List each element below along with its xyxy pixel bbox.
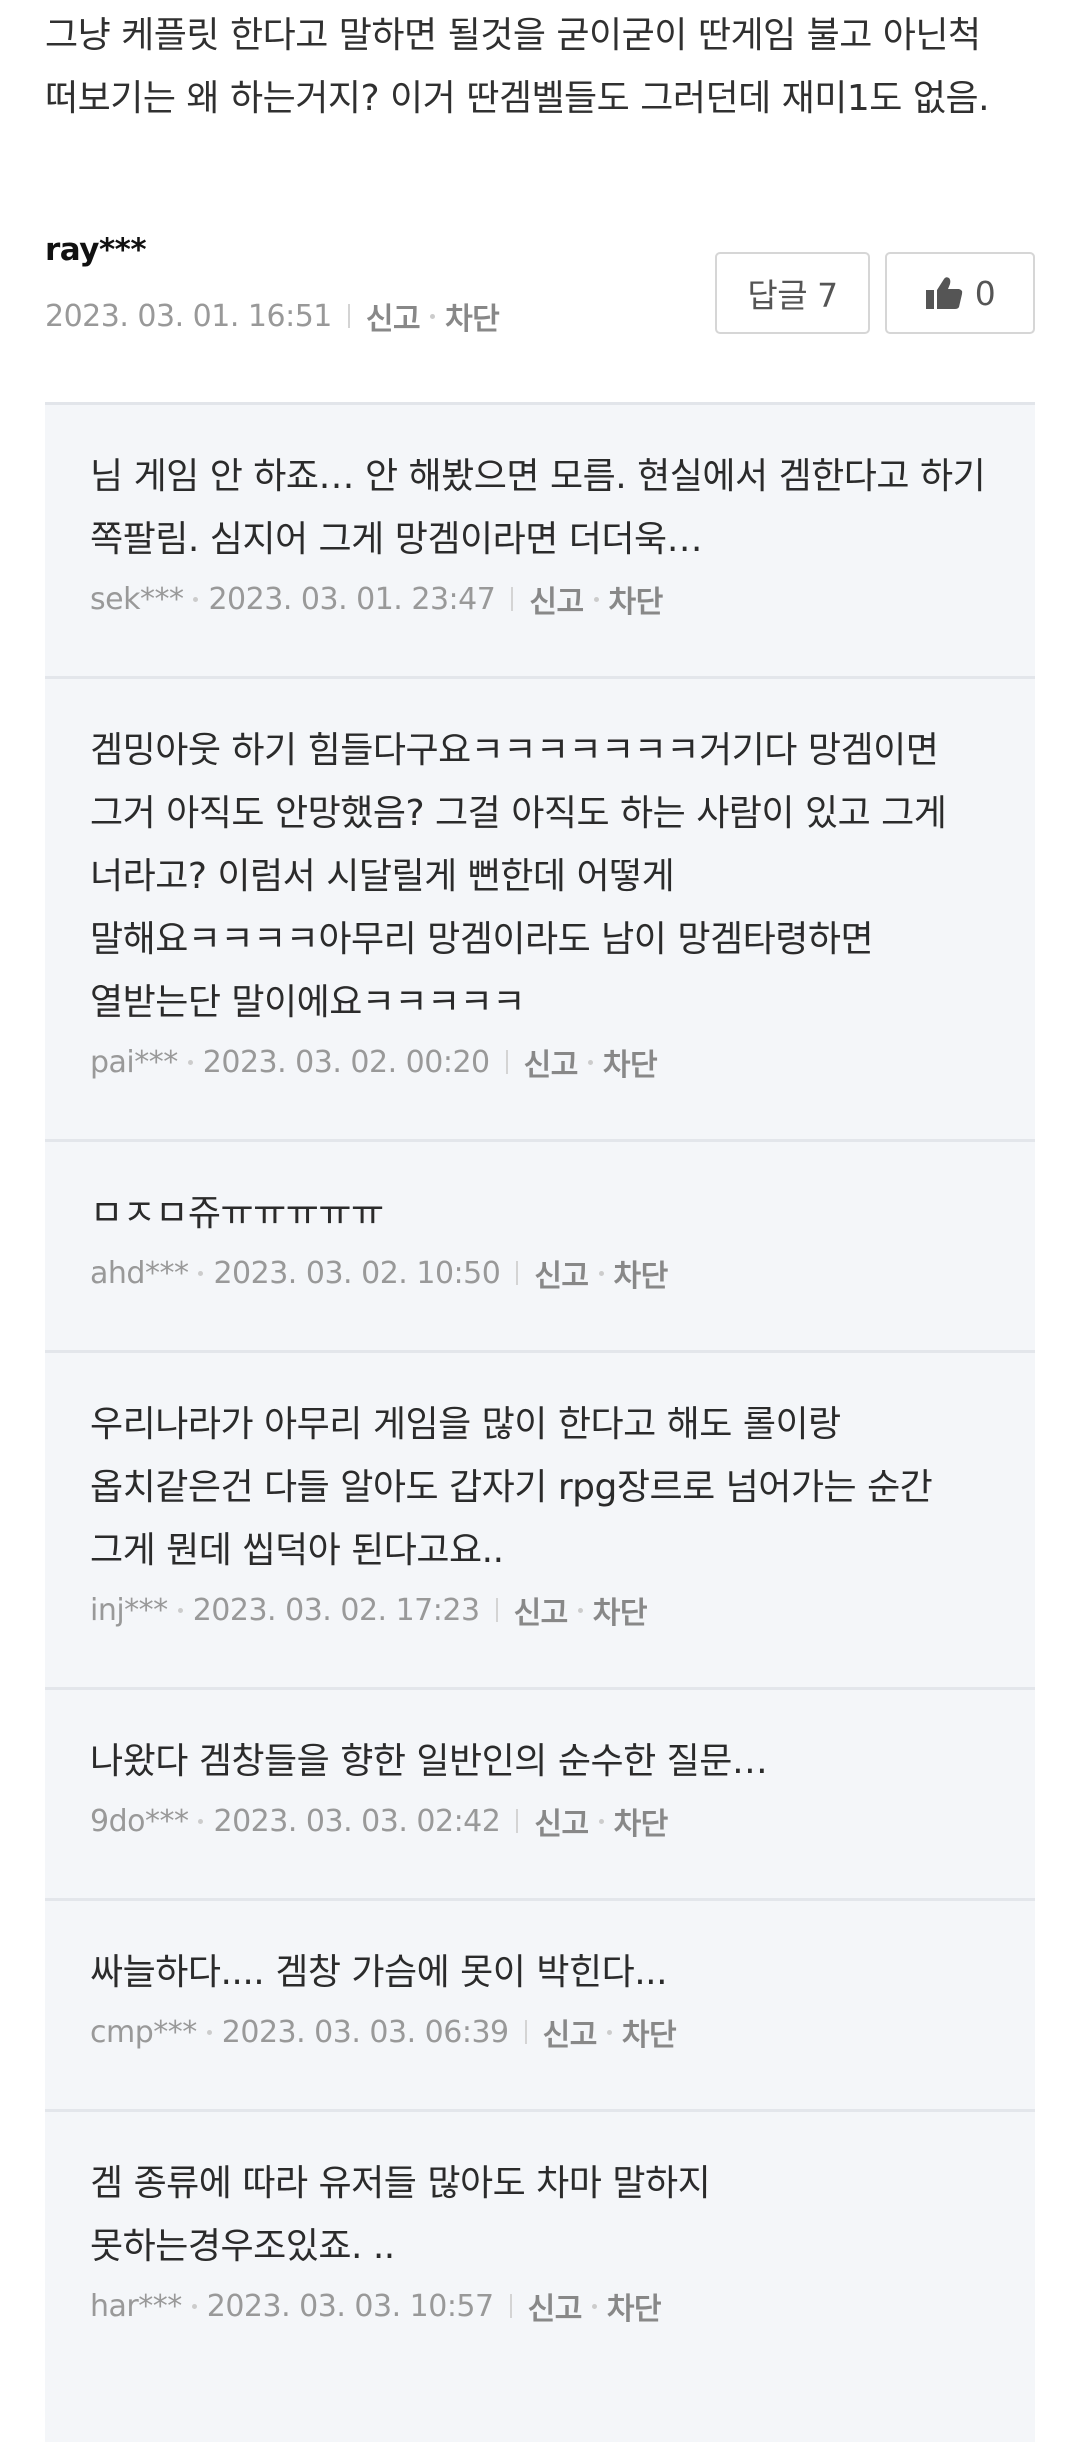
- reply-meta: pai*** 2023. 03. 02. 00:20 신고 차단: [90, 1034, 990, 1084]
- report-button[interactable]: 신고: [529, 577, 584, 621]
- comment-text: 그냥 케플릿 한다고 말하면 될것을 굳이굳이 딴게임 불고 아닌척 떠보기는 …: [45, 15, 990, 119]
- comment-author[interactable]: ray***: [45, 232, 147, 268]
- meta-dot-separator: [593, 596, 599, 602]
- reply-author[interactable]: inj***: [90, 1593, 168, 1628]
- reply-timestamp: 2023. 03. 02. 10:50: [213, 1255, 501, 1291]
- reply-meta: cmp*** 2023. 03. 03. 06:39 신고 차단: [90, 2004, 990, 2054]
- reply-timestamp: 2023. 03. 02. 00:20: [202, 1044, 490, 1080]
- like-button[interactable]: 0: [885, 252, 1035, 334]
- meta-dot-separator: [598, 1270, 604, 1276]
- report-button[interactable]: 신고: [514, 1588, 569, 1632]
- meta-dot-separator: [193, 596, 199, 602]
- reply-text: 겜밍아웃 하기 힘들다구요ㅋㅋㅋㅋㅋㅋㅋ거기다 망겜이면 그거 아직도 안망했음…: [90, 730, 947, 1023]
- report-button[interactable]: 신고: [543, 2010, 598, 2054]
- block-button[interactable]: 차단: [614, 1251, 669, 1295]
- block-button[interactable]: 차단: [445, 294, 500, 338]
- reply-text: ㅁㅈㅁ쥬ㅠㅠㅠㅠㅠ: [90, 1193, 384, 1234]
- meta-divider: [511, 587, 514, 611]
- like-count: 0: [974, 273, 996, 313]
- report-button[interactable]: 신고: [366, 294, 421, 338]
- reply-meta: sek*** 2023. 03. 01. 23:47 신고 차단: [90, 571, 990, 621]
- meta-dot-separator: [198, 1818, 204, 1824]
- meta-divider: [505, 1050, 508, 1074]
- meta-dot-separator: [430, 313, 436, 319]
- reply-item: 겜 종류에 따라 유저들 많아도 차마 말하지 못하는경우조있죠. .. har…: [45, 2112, 1035, 2442]
- reply-text: 나왔다 겜창들을 향한 일반인의 순수한 질문…: [90, 1741, 768, 1782]
- reply-timestamp: 2023. 03. 02. 17:23: [192, 1592, 480, 1628]
- meta-divider: [524, 2020, 527, 2044]
- comment-timestamp: 2023. 03. 01. 16:51: [45, 298, 332, 334]
- reply-author[interactable]: har***: [90, 2289, 182, 2324]
- reply-timestamp: 2023. 03. 03. 10:57: [206, 2288, 494, 2324]
- block-button[interactable]: 차단: [609, 577, 664, 621]
- meta-divider: [509, 2294, 512, 2318]
- reply-author[interactable]: sek***: [90, 582, 184, 617]
- meta-dot-separator: [191, 2303, 197, 2309]
- reply-meta: ahd*** 2023. 03. 02. 10:50 신고 차단: [90, 1245, 990, 1295]
- reply-list: 님 게임 안 하죠… 안 해봤으면 모름. 현실에서 겜한다고 하기 쪽팔림. …: [45, 402, 1035, 2442]
- reply-count-button[interactable]: 답글 7: [715, 252, 870, 334]
- reply-author[interactable]: pai***: [90, 1045, 178, 1080]
- meta-divider: [516, 1261, 519, 1285]
- meta-divider: [347, 304, 350, 328]
- block-button[interactable]: 차단: [622, 2010, 677, 2054]
- reply-author[interactable]: 9do***: [90, 1804, 189, 1839]
- meta-dot-separator: [198, 1270, 204, 1276]
- reply-text: 우리나라가 아무리 게임을 많이 한다고 해도 롤이랑 옵치같은건 다들 알아도…: [90, 1404, 933, 1571]
- meta-dot-separator: [591, 2303, 597, 2309]
- reply-timestamp: 2023. 03. 03. 02:42: [213, 1803, 501, 1839]
- reply-text: 싸늘하다.... 겜창 가슴에 못이 박힌다...: [90, 1952, 668, 1993]
- meta-dot-separator: [206, 2029, 212, 2035]
- thumbs-up-icon: [925, 277, 962, 309]
- reply-item: 님 게임 안 하죠… 안 해봤으면 모름. 현실에서 겜한다고 하기 쪽팔림. …: [45, 405, 1035, 679]
- report-button[interactable]: 신고: [534, 1799, 589, 1843]
- reply-meta: inj*** 2023. 03. 02. 17:23 신고 차단: [90, 1582, 990, 1632]
- reply-item: ㅁㅈㅁ쥬ㅠㅠㅠㅠㅠ ahd*** 2023. 03. 02. 10:50 신고 …: [45, 1142, 1035, 1353]
- reply-item: 싸늘하다.... 겜창 가슴에 못이 박힌다... cmp*** 2023. 0…: [45, 1901, 1035, 2112]
- block-button[interactable]: 차단: [614, 1799, 669, 1843]
- block-button[interactable]: 차단: [607, 2284, 662, 2328]
- report-button[interactable]: 신고: [534, 1251, 589, 1295]
- reply-text: 겜 종류에 따라 유저들 많아도 차마 말하지 못하는경우조있죠. ..: [90, 2163, 711, 2267]
- block-button[interactable]: 차단: [593, 1588, 648, 1632]
- meta-dot-separator: [187, 1059, 193, 1065]
- meta-divider: [495, 1598, 498, 1622]
- meta-dot-separator: [587, 1059, 593, 1065]
- meta-dot-separator: [598, 1818, 604, 1824]
- reply-count-label: 답글 7: [747, 276, 838, 315]
- meta-dot-separator: [606, 2029, 612, 2035]
- reply-meta: har*** 2023. 03. 03. 10:57 신고 차단: [90, 2278, 990, 2328]
- meta-dot-separator: [177, 1607, 183, 1613]
- meta-divider: [516, 1809, 519, 1833]
- block-button[interactable]: 차단: [603, 1040, 658, 1084]
- meta-dot-separator: [577, 1607, 583, 1613]
- reply-timestamp: 2023. 03. 01. 23:47: [208, 581, 496, 617]
- reply-meta: 9do*** 2023. 03. 03. 02:42 신고 차단: [90, 1793, 990, 1843]
- reply-author[interactable]: ahd***: [90, 1256, 189, 1291]
- reply-item: 나왔다 겜창들을 향한 일반인의 순수한 질문… 9do*** 2023. 03…: [45, 1690, 1035, 1901]
- reply-author[interactable]: cmp***: [90, 2015, 197, 2050]
- reply-timestamp: 2023. 03. 03. 06:39: [221, 2014, 509, 2050]
- report-button[interactable]: 신고: [528, 2284, 583, 2328]
- comment-meta: 2023. 03. 01. 16:51 신고 차단: [45, 294, 500, 338]
- main-comment: 그냥 케플릿 한다고 말하면 될것을 굳이굳이 딴게임 불고 아닌척 떠보기는 …: [45, 0, 1035, 337]
- reply-item: 우리나라가 아무리 게임을 많이 한다고 해도 롤이랑 옵치같은건 다들 알아도…: [45, 1353, 1035, 1690]
- reply-item: 겜밍아웃 하기 힘들다구요ㅋㅋㅋㅋㅋㅋㅋ거기다 망겜이면 그거 아직도 안망했음…: [45, 679, 1035, 1142]
- report-button[interactable]: 신고: [524, 1040, 579, 1084]
- reply-text: 님 게임 안 하죠… 안 해봤으면 모름. 현실에서 겜한다고 하기 쪽팔림. …: [90, 456, 986, 560]
